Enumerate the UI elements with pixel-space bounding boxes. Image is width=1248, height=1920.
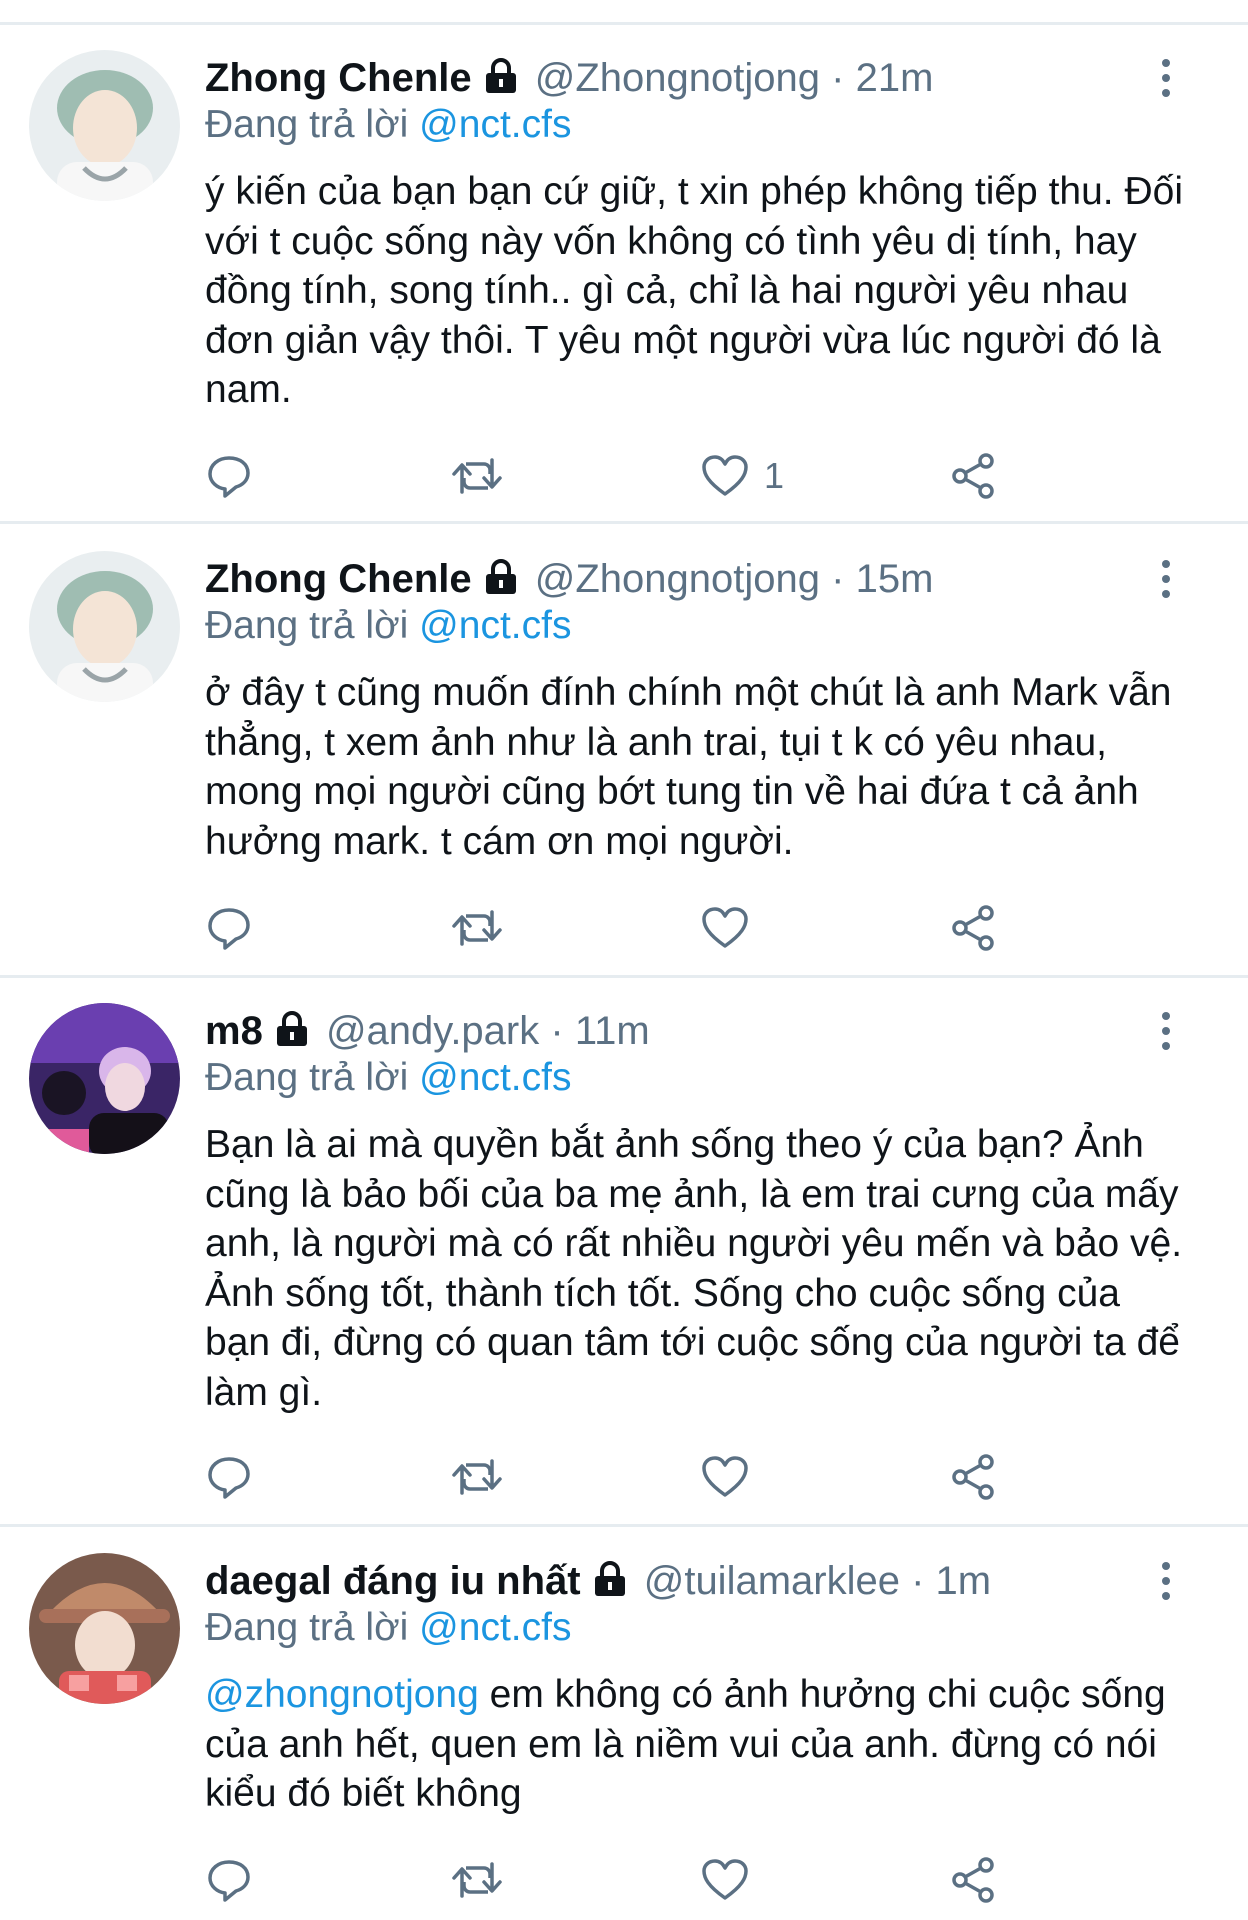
heart-icon [702, 455, 748, 496]
share-icon[interactable] [950, 1853, 998, 1907]
mention-link[interactable]: @zhongnotjong [205, 1673, 479, 1716]
avatar-image [29, 50, 180, 201]
more-options-icon[interactable] [1156, 555, 1176, 603]
tweet-text-body: Bạn là ai mà quyền bắt ảnh sống theo ý c… [205, 1123, 1183, 1414]
lock-icon [482, 558, 520, 606]
replying-to-link[interactable]: @nct.cfs [419, 1056, 571, 1099]
tweet-actions [205, 1450, 1025, 1504]
timestamp[interactable]: 15m [856, 557, 934, 601]
display-name[interactable]: daegal đáng iu nhất [205, 1559, 581, 1603]
tweet-divider [0, 1524, 1248, 1527]
user-handle[interactable]: @Zhongnotjong [535, 56, 820, 100]
tweet-header: Zhong Chenle @Zhongnotjong · 21m [205, 54, 1138, 105]
heart-icon [702, 1859, 748, 1900]
separator-dot: · [831, 557, 845, 601]
like-button[interactable] [700, 1853, 764, 1907]
tweet-divider [0, 521, 1248, 524]
replying-prefix: Đang trả lời [205, 604, 409, 647]
top-divider [0, 22, 1248, 25]
display-name[interactable]: Zhong Chenle [205, 557, 472, 601]
tweet-actions: 1 [205, 449, 1025, 503]
share-icon[interactable] [950, 449, 998, 503]
like-button[interactable]: 1 [700, 449, 784, 503]
replying-to: Đang trả lời @nct.cfs [205, 1054, 571, 1102]
tweet-text: @zhongnotjong em không có ảnh hưởng chi … [205, 1670, 1195, 1819]
timestamp[interactable]: 1m [936, 1559, 992, 1603]
like-count: 1 [764, 455, 785, 496]
separator-dot: · [550, 1009, 564, 1053]
tweet-divider [0, 975, 1248, 978]
replying-prefix: Đang trả lời [205, 1056, 409, 1099]
avatar[interactable] [29, 551, 180, 702]
separator-dot: · [911, 1559, 925, 1603]
tweet-actions [205, 901, 1025, 955]
display-name[interactable]: m8 [205, 1009, 263, 1053]
replying-to: Đang trả lời @nct.cfs [205, 602, 571, 650]
timestamp[interactable]: 11m [575, 1009, 650, 1053]
separator-dot: · [831, 56, 845, 100]
tweet-header: Zhong Chenle @Zhongnotjong · 15m [205, 555, 1138, 606]
replying-prefix: Đang trả lời [205, 1606, 409, 1649]
replying-to-link[interactable]: @nct.cfs [419, 103, 571, 146]
tweet-text: Bạn là ai mà quyền bắt ảnh sống theo ý c… [205, 1120, 1195, 1417]
retweet-icon[interactable] [450, 449, 504, 503]
replying-to: Đang trả lời @nct.cfs [205, 1604, 571, 1652]
retweet-icon[interactable] [450, 1450, 504, 1504]
more-options-icon[interactable] [1156, 1557, 1176, 1605]
heart-icon [702, 1456, 748, 1497]
lock-icon [273, 1010, 311, 1058]
replying-to: Đang trả lời @nct.cfs [205, 101, 571, 149]
avatar-image [29, 551, 180, 702]
avatar-image [29, 1553, 180, 1704]
tweet-text: ý kiến của bạn bạn cứ giữ, t xin phép kh… [205, 167, 1195, 415]
user-handle[interactable]: @tuilamarklee [644, 1559, 900, 1603]
more-options-icon[interactable] [1156, 1007, 1176, 1055]
user-handle[interactable]: @Zhongnotjong [535, 557, 820, 601]
retweet-icon[interactable] [450, 901, 504, 955]
avatar[interactable] [29, 50, 180, 201]
avatar[interactable] [29, 1003, 180, 1154]
lock-icon [591, 1560, 629, 1608]
user-handle[interactable]: @andy.park [326, 1009, 539, 1053]
reply-icon[interactable] [205, 1853, 253, 1907]
tweet-text-body: ý kiến của bạn bạn cứ giữ, t xin phép kh… [205, 170, 1183, 411]
reply-icon[interactable] [205, 1450, 253, 1504]
more-options-icon[interactable] [1156, 54, 1176, 102]
tweet-text: ở đây t cũng muốn đính chính một chút là… [205, 668, 1195, 866]
retweet-icon[interactable] [450, 1853, 504, 1907]
tweet-header: m8 @andy.park · 11m [205, 1007, 1138, 1058]
share-icon[interactable] [950, 1450, 998, 1504]
timestamp[interactable]: 21m [856, 56, 934, 100]
replying-prefix: Đang trả lời [205, 103, 409, 146]
tweet-actions [205, 1853, 1025, 1907]
tweet-header: daegal đáng iu nhất @tuilamarklee · 1m [205, 1557, 1138, 1608]
reply-icon[interactable] [205, 449, 253, 503]
like-button[interactable] [700, 1450, 764, 1504]
share-icon[interactable] [950, 901, 998, 955]
lock-icon [482, 57, 520, 105]
heart-icon [702, 907, 748, 948]
tweet-text-body: ở đây t cũng muốn đính chính một chút là… [205, 671, 1172, 863]
like-button[interactable] [700, 901, 764, 955]
replying-to-link[interactable]: @nct.cfs [419, 604, 571, 647]
reply-icon[interactable] [205, 901, 253, 955]
avatar-image [29, 1003, 180, 1154]
avatar[interactable] [29, 1553, 180, 1704]
display-name[interactable]: Zhong Chenle [205, 56, 472, 100]
replying-to-link[interactable]: @nct.cfs [419, 1606, 571, 1649]
